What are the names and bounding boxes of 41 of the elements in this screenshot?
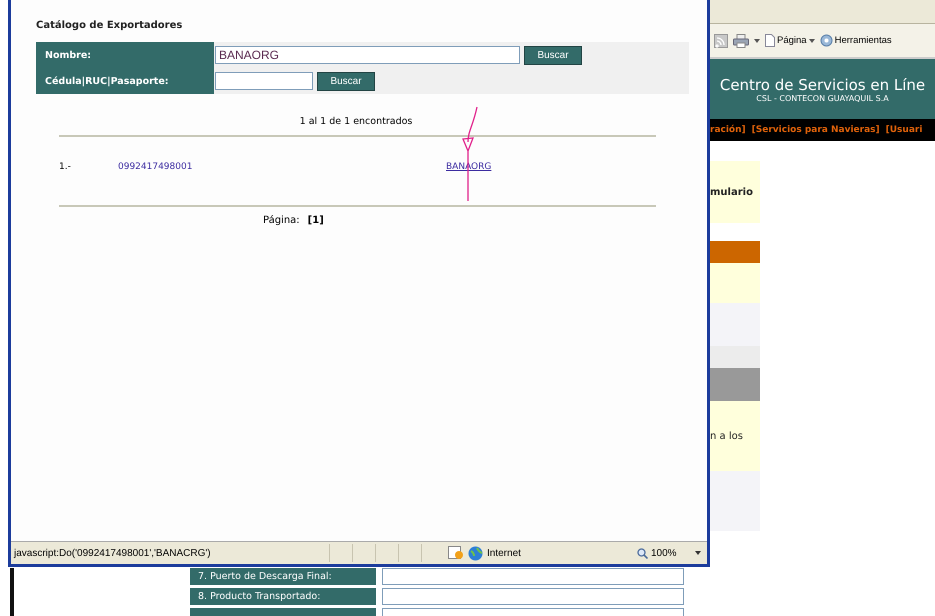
- field-label: 8. Producto Transportado:: [190, 588, 376, 605]
- globe-icon: [468, 546, 483, 560]
- zoom-level[interactable]: 100%: [651, 548, 677, 558]
- caret-icon[interactable]: [694, 551, 701, 555]
- search-field[interactable]: [215, 72, 313, 90]
- site-subtitle: CSL - CONTECON GUAYAQUIL S.A: [756, 94, 889, 102]
- printer-icon[interactable]: [733, 34, 749, 48]
- search-button[interactable]: Buscar: [524, 46, 582, 64]
- form-panel: [710, 263, 760, 303]
- page-menu-button[interactable]: Página: [765, 34, 815, 47]
- id-link[interactable]: 0992417498001: [118, 162, 446, 172]
- section-bar: [710, 368, 760, 401]
- search-field[interactable]: BANAORG: [215, 46, 520, 64]
- panel-text: n a los: [710, 430, 743, 442]
- tools-menu-button[interactable]: Herramientas: [820, 34, 892, 47]
- row-number: 1.-: [59, 162, 72, 172]
- page-link[interactable]: [1]: [308, 215, 324, 226]
- search-label: Cédula|RUC|Pasaporte:: [36, 68, 214, 94]
- results-summary: 1 al 1 de 1 encontrados: [298, 116, 414, 127]
- pagination-label: Página:: [263, 215, 300, 226]
- caret-icon[interactable]: [754, 38, 760, 42]
- security-zone: Internet: [487, 548, 522, 558]
- status-url: javascript:Do('0992417498001','BANACRG'): [12, 548, 212, 558]
- search-label: Nombre:: [36, 42, 214, 68]
- nav-link[interactable]: [Servicios para Navieras]: [752, 125, 880, 135]
- caret-icon: [808, 38, 815, 42]
- search-button[interactable]: Buscar: [317, 72, 375, 90]
- page-icon: [765, 34, 775, 47]
- popup-title: Catálogo de Exportadores: [36, 20, 184, 31]
- nav-link[interactable]: ración]: [710, 125, 746, 135]
- input-field[interactable]: [382, 568, 684, 585]
- panel-text: mulario: [710, 186, 753, 198]
- gear-icon: [820, 34, 833, 47]
- magnifier-icon[interactable]: [637, 548, 648, 558]
- warning-icon: [448, 546, 464, 560]
- site-title: Centro de Servicios en Líne: [720, 76, 926, 94]
- nav-link[interactable]: [Usuari: [886, 125, 922, 135]
- input-field[interactable]: [382, 588, 684, 605]
- field-label: 7. Puerto de Descarga Final:: [190, 568, 376, 585]
- section-bar: [710, 241, 760, 263]
- feed-icon[interactable]: [714, 34, 728, 48]
